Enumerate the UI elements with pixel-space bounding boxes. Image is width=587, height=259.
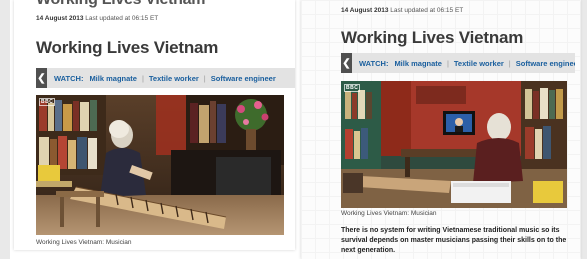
watch-link-textile-worker[interactable]: Textile worker [454, 59, 504, 68]
page-title: Working Lives Vietnam [341, 28, 524, 47]
article-body: There is no system for writing Vietnames… [341, 227, 567, 254]
separator: | [508, 58, 511, 68]
bbc-logo: BBC [344, 84, 361, 92]
right-article-panel: 14 August 2013 Last updated at 06:15 ET … [301, 0, 580, 259]
separator: | [141, 73, 144, 83]
watch-link-software-engineer[interactable]: Software engineer [516, 59, 575, 68]
chevron-left-icon[interactable]: ❮ [341, 53, 352, 73]
video-caption: Working Lives Vietnam: Musician [341, 210, 437, 217]
video-still-musician-room [341, 81, 567, 208]
last-updated: Last updated at 06:15 ET [390, 7, 464, 14]
dateline: 14 August 2013 Last updated at 06:15 ET [36, 15, 158, 22]
watch-link-textile-worker[interactable]: Textile worker [149, 74, 199, 83]
separator: | [203, 73, 206, 83]
video-player[interactable]: BBC [341, 81, 567, 208]
page-title: Working Lives Vietnam [36, 38, 219, 57]
video-player[interactable]: BBC [36, 95, 284, 235]
article-date: 14 August 2013 [36, 15, 84, 22]
clipped-page-title: Working Lives Vietnam [36, 0, 205, 9]
bbc-logo: BBC [39, 98, 56, 106]
article-date: 14 August 2013 [341, 7, 389, 14]
chevron-left-icon[interactable]: ❮ [36, 68, 47, 88]
video-still-musician [36, 95, 284, 235]
watch-bar: ❮ WATCH: Milk magnate | Textile worker |… [341, 53, 575, 73]
watch-link-software-engineer[interactable]: Software engineer [211, 74, 276, 83]
watch-label: WATCH: [54, 73, 84, 83]
video-caption: Working Lives Vietnam: Musician [36, 239, 132, 246]
frame-edge-left [0, 0, 10, 259]
separator: | [446, 58, 449, 68]
last-updated: Last updated at 06:15 ET [85, 15, 159, 22]
watch-link-milk-magnate[interactable]: Milk magnate [394, 59, 442, 68]
frame-edge-right [581, 0, 587, 259]
screenshot-frame: Working Lives Vietnam 14 August 2013 Las… [0, 0, 587, 259]
watch-bar: ❮ WATCH: Milk magnate | Textile worker |… [36, 68, 295, 88]
watch-label: WATCH: [359, 58, 389, 68]
left-article-panel: Working Lives Vietnam 14 August 2013 Las… [14, 0, 295, 250]
dateline: 14 August 2013 Last updated at 06:15 ET [341, 7, 463, 14]
watch-link-milk-magnate[interactable]: Milk magnate [89, 74, 137, 83]
